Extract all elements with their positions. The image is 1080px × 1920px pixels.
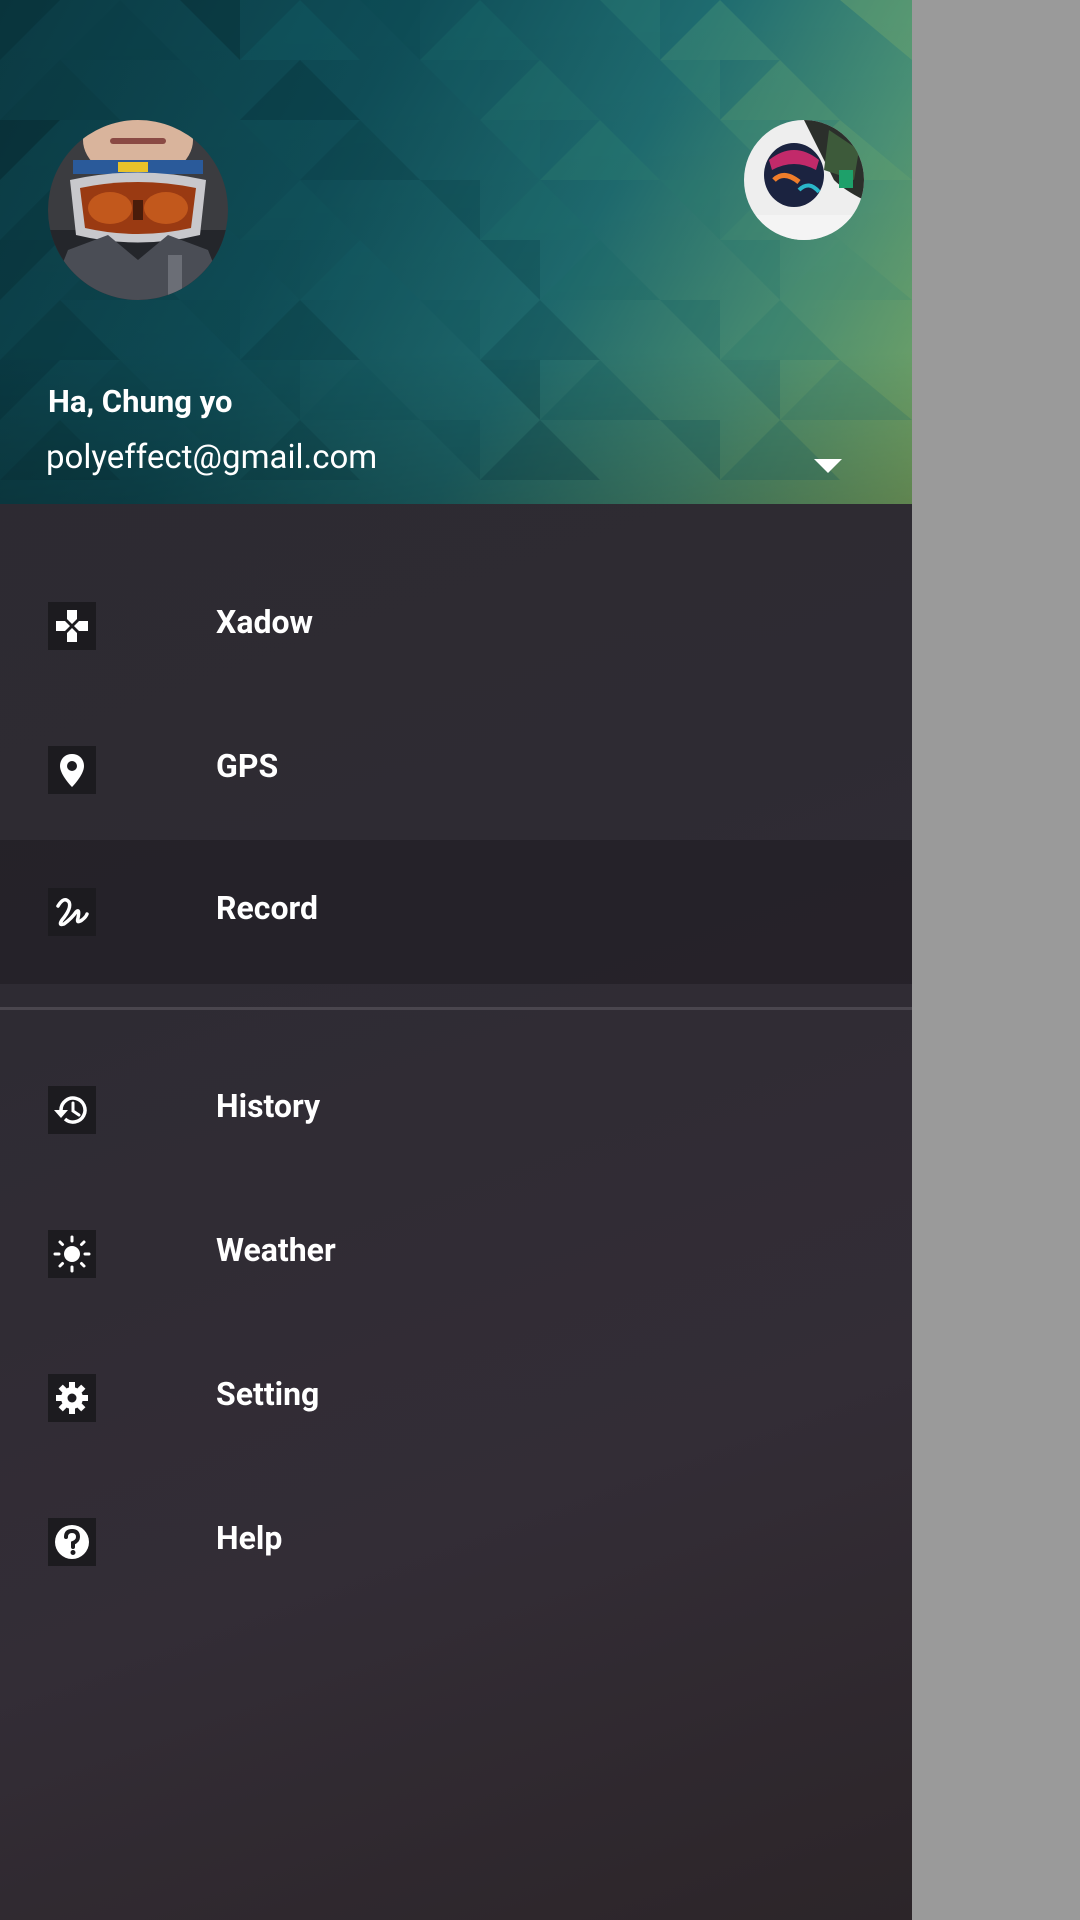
menu-label-weather: Weather <box>216 1231 336 1269</box>
menu-label-setting: Setting <box>216 1375 320 1413</box>
triangle-down-icon <box>814 459 842 473</box>
profile-name: Ha, Chung yo <box>48 383 233 420</box>
menu-item-setting[interactable]: Setting <box>0 1320 912 1464</box>
goggles-avatar-image <box>48 120 228 300</box>
gear-icon <box>48 1374 96 1422</box>
content-scrim[interactable] <box>912 0 1080 1920</box>
map-pin-icon <box>48 746 96 794</box>
menu-divider <box>0 1007 912 1010</box>
menu-label-history: History <box>216 1087 321 1125</box>
help-icon <box>48 1518 96 1566</box>
menu-item-weather[interactable]: Weather <box>0 1176 912 1320</box>
menu-item-history[interactable]: History <box>0 1032 912 1176</box>
user-avatar[interactable] <box>48 120 228 300</box>
menu-label-record: Record <box>216 889 318 927</box>
gamepad-icon <box>48 602 96 650</box>
sun-icon <box>48 1230 96 1278</box>
menu-item-gps[interactable]: GPS <box>0 692 912 836</box>
secondary-account-avatar[interactable] <box>744 120 864 240</box>
menu-item-help[interactable]: Help <box>0 1464 912 1608</box>
history-icon <box>48 1086 96 1134</box>
profile-email: polyeffect@gmail.com <box>46 438 378 477</box>
navigation-drawer: Ha, Chung yo polyeffect@gmail.com Xadow … <box>0 0 912 1920</box>
menu-item-xadow[interactable]: Xadow <box>0 548 912 692</box>
menu-item-record[interactable]: Record <box>0 840 912 984</box>
account-dropdown-button[interactable] <box>800 446 856 486</box>
menu-label-help: Help <box>216 1519 283 1557</box>
squiggle-icon <box>48 888 96 936</box>
menu-label-xadow: Xadow <box>216 603 314 641</box>
menu-label-gps: GPS <box>216 747 279 785</box>
secondary-avatar-image <box>744 120 864 240</box>
drawer-header: Ha, Chung yo polyeffect@gmail.com <box>0 0 912 504</box>
